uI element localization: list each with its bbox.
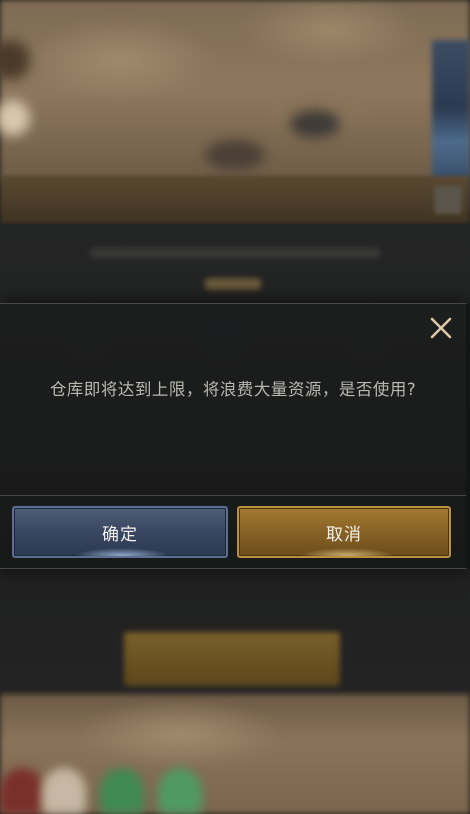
panel-header: [0, 176, 470, 224]
bottom-unit-2: [42, 768, 86, 814]
cancel-button[interactable]: 取消: [237, 506, 451, 558]
close-icon: [430, 317, 452, 339]
bottom-unit-4: [158, 768, 202, 814]
confirm-button[interactable]: 确定: [12, 506, 228, 558]
close-button[interactable]: [426, 313, 456, 343]
dialog-message: 仓库即将达到上限，将浪费大量资源，是否使用?: [49, 380, 417, 399]
warehouse-warning-dialog: 仓库即将达到上限，将浪费大量资源，是否使用? 确定 取消: [0, 303, 470, 569]
bottom-unit-1: [0, 768, 44, 814]
bottom-unit-3: [100, 768, 144, 814]
map-object-2: [290, 110, 340, 138]
panel-subtitle: [205, 278, 261, 290]
confirm-button-label: 确定: [102, 524, 138, 545]
panel-text-line: [90, 248, 380, 258]
background-action-button: [124, 632, 340, 686]
dialog-divider: [0, 495, 466, 496]
map-object-1: [205, 140, 265, 170]
header-close-icon: [434, 186, 462, 214]
cancel-button-label: 取消: [326, 524, 362, 545]
